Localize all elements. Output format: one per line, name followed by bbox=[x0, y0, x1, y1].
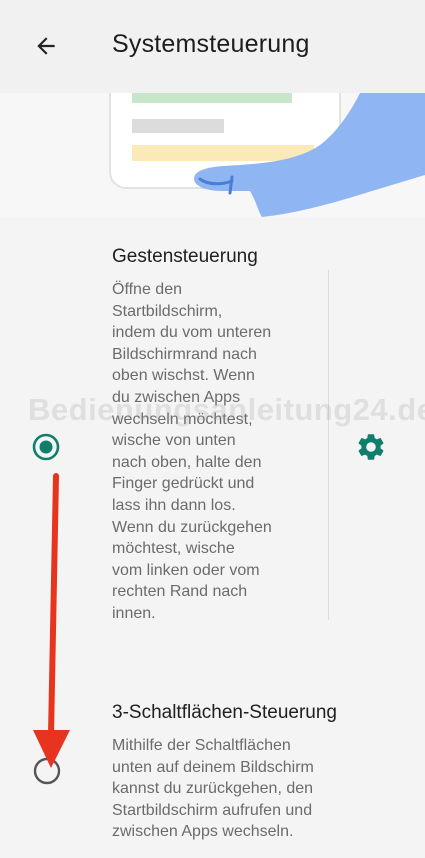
arrow-left-icon bbox=[37, 37, 55, 55]
option-description-3-schaltflaechen: Mithilfe der Schaltflächen unten auf dei… bbox=[112, 737, 314, 841]
divider bbox=[328, 270, 329, 620]
option-title-3-schaltflaechen[interactable]: 3-Schaltflächen-Steuerung bbox=[112, 702, 337, 724]
option-title-gestensteuerung[interactable]: Gestensteuerung bbox=[112, 246, 258, 268]
app-bar: Systemsteuerung bbox=[0, 0, 425, 93]
page-title: Systemsteuerung bbox=[112, 30, 310, 58]
radio-3-schaltflaechen[interactable] bbox=[32, 756, 62, 791]
gear-icon bbox=[358, 434, 384, 460]
radio-selected-icon bbox=[32, 433, 60, 461]
gesture-illustration bbox=[0, 93, 425, 217]
radio-unselected-icon bbox=[33, 757, 61, 785]
gesture-settings-button[interactable] bbox=[355, 431, 387, 463]
radio-gestensteuerung[interactable] bbox=[31, 432, 61, 467]
option-description-gestensteuerung: Öffne den Startbildschirm, indem du vom … bbox=[112, 281, 272, 622]
back-button[interactable] bbox=[22, 22, 70, 70]
